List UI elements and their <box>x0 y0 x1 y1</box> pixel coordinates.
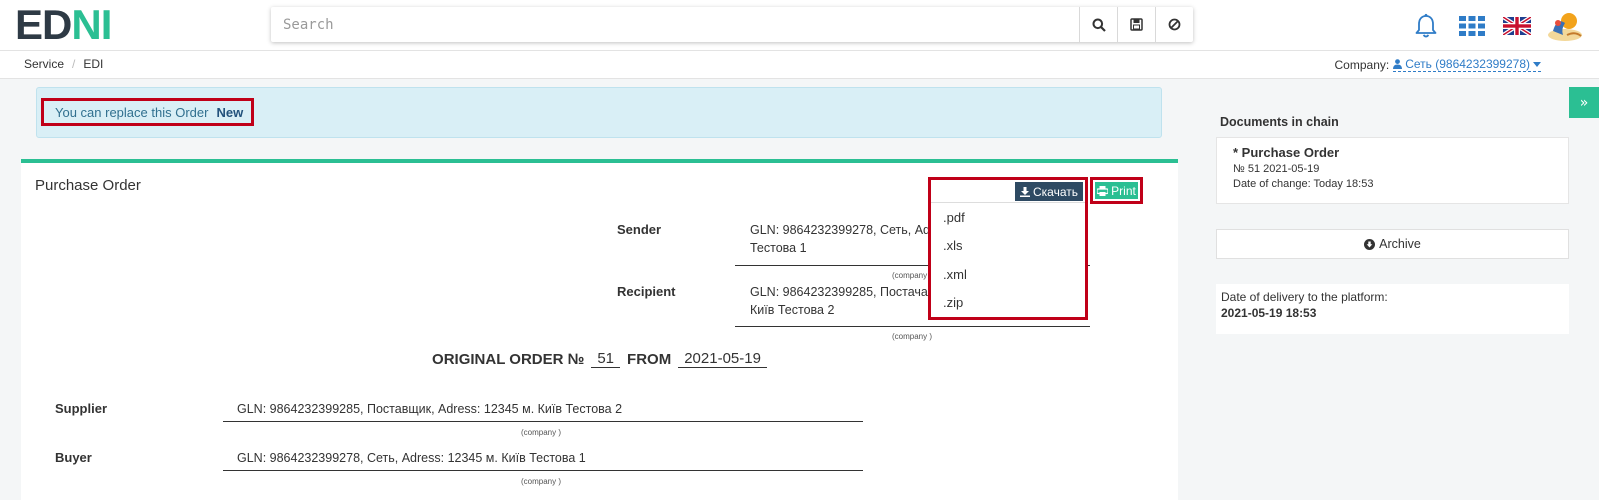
sender-line-2: Тестова 1 <box>750 241 807 255</box>
search-bar <box>271 7 1193 42</box>
save-icon <box>1130 18 1143 31</box>
top-bar: ED NI <box>0 0 1599 51</box>
logo[interactable]: ED NI <box>15 1 112 48</box>
bell-icon <box>1415 13 1437 38</box>
breadcrumb-item-service[interactable]: Service <box>24 57 64 71</box>
logo-text-ni: NI <box>71 1 112 48</box>
order-from-label: FROM <box>627 351 672 368</box>
download-icon <box>1020 186 1030 197</box>
notifications-button[interactable] <box>1413 13 1439 39</box>
print-icon <box>1097 185 1109 196</box>
order-date: 2021-05-19 <box>678 350 767 368</box>
download-button[interactable]: Скачать <box>1015 182 1083 201</box>
breadcrumb: Service / EDI <box>24 57 103 71</box>
avatar <box>1548 13 1582 41</box>
order-title: ORIGINAL ORDER № <box>432 351 585 368</box>
delivery-date: 2021-05-19 18:53 <box>1221 306 1317 320</box>
search-button[interactable] <box>1079 7 1117 42</box>
new-order-link[interactable]: New <box>216 105 243 120</box>
chain-document-date-change: Date of change: Today 18:53 <box>1233 178 1374 190</box>
ban-icon <box>1168 18 1181 31</box>
uk-flag-icon <box>1503 17 1531 35</box>
search-icon <box>1092 18 1106 32</box>
user-icon <box>1393 59 1403 69</box>
breadcrumb-bar: Service / EDI Company: Сеть (98642323992… <box>0 51 1599 79</box>
sender-value: GLN: 9864232399278, Сеть, Adre Тестова 1 <box>750 221 941 257</box>
language-selector[interactable] <box>1503 13 1531 39</box>
buyer-caption: (company ) <box>521 477 562 486</box>
recipient-label: Recipient <box>617 284 676 299</box>
order-number-line: ORIGINAL ORDER № 51 FROM 2021-05-19 <box>21 350 1178 368</box>
supplier-underline <box>223 421 863 422</box>
recipient-caption: (company ) <box>892 332 933 341</box>
user-avatar[interactable] <box>1547 9 1583 43</box>
download-option-xml[interactable]: .xml <box>931 260 1085 289</box>
download-option-zip[interactable]: .zip <box>931 289 1085 318</box>
company-selector: Company: Сеть (9864232399278) <box>1335 57 1541 72</box>
breadcrumb-separator: / <box>72 57 76 71</box>
download-format-list: .pdf .xls .xml .zip <box>931 202 1085 317</box>
clear-search-button[interactable] <box>1155 7 1193 42</box>
replace-order-notice: You can replace this Order New <box>36 87 1162 138</box>
notice-text: You can replace this Order <box>55 104 209 120</box>
caret-down-icon <box>1533 61 1541 67</box>
download-label: Скачать <box>1033 184 1078 199</box>
download-option-xls[interactable]: .xls <box>931 232 1085 261</box>
buyer-value: GLN: 9864232399278, Сеть, Adress: 12345 … <box>237 451 586 465</box>
chain-document-title: * Purchase Order <box>1233 145 1340 160</box>
double-chevron-right-icon: » <box>1579 94 1589 111</box>
supplier-caption: (company ) <box>521 428 562 437</box>
logo-text-ed: ED <box>15 1 72 48</box>
order-number: 51 <box>591 350 621 368</box>
recipient-line-2: Київ Тестова 2 <box>750 303 835 317</box>
sender-line-1: GLN: 9864232399278, Сеть, Adre <box>750 223 942 237</box>
company-value: Сеть (9864232399278) <box>1405 57 1530 71</box>
supplier-label: Supplier <box>55 401 108 416</box>
save-search-button[interactable] <box>1117 7 1155 42</box>
recipient-value: GLN: 9864232399285, Постачальщ Київ Тест… <box>750 283 952 319</box>
archive-arrow-icon <box>1364 238 1376 250</box>
sender-label: Sender <box>617 222 662 237</box>
chain-document-number: № 51 2021-05-19 <box>1233 163 1320 175</box>
print-button[interactable]: Print <box>1095 182 1138 199</box>
company-dropdown[interactable]: Сеть (9864232399278) <box>1393 57 1541 72</box>
toggle-sidebar-button[interactable]: » <box>1569 87 1599 118</box>
print-label: Print <box>1111 183 1136 198</box>
print-button-highlight: Print <box>1090 177 1143 204</box>
archive-label: Archive <box>1379 237 1421 251</box>
chain-document-card[interactable]: * Purchase Order № 51 2021-05-19 Date of… <box>1216 137 1569 204</box>
document-panel: Purchase Order Sender GLN: 9864232399278… <box>21 159 1178 500</box>
download-option-pdf[interactable]: .pdf <box>931 203 1085 232</box>
sender-caption: (company <box>892 271 928 280</box>
delivery-label: Date of delivery to the platform: <box>1221 290 1388 304</box>
recipient-underline <box>735 326 1090 327</box>
company-label: Company: <box>1334 57 1390 72</box>
delivery-info: Date of delivery to the platform: 2021-0… <box>1216 284 1569 334</box>
notice-highlight: You can replace this Order New <box>41 98 255 126</box>
download-menu-highlight: Скачать .pdf .xls .xml .zip <box>928 177 1088 320</box>
apps-grid-icon <box>1459 16 1485 36</box>
search-input[interactable] <box>271 7 1079 42</box>
archive-button[interactable]: Archive <box>1216 229 1569 259</box>
buyer-underline <box>223 470 863 471</box>
document-title: Purchase Order <box>35 177 141 194</box>
chain-title: Documents in chain <box>1220 115 1339 129</box>
recipient-line-1: GLN: 9864232399285, Постачальщ <box>750 285 952 299</box>
buyer-label: Buyer <box>55 450 92 465</box>
breadcrumb-item-edi[interactable]: EDI <box>83 57 103 71</box>
apps-menu-button[interactable] <box>1459 13 1485 39</box>
supplier-value: GLN: 9864232399285, Поставщик, Adress: 1… <box>237 402 623 416</box>
